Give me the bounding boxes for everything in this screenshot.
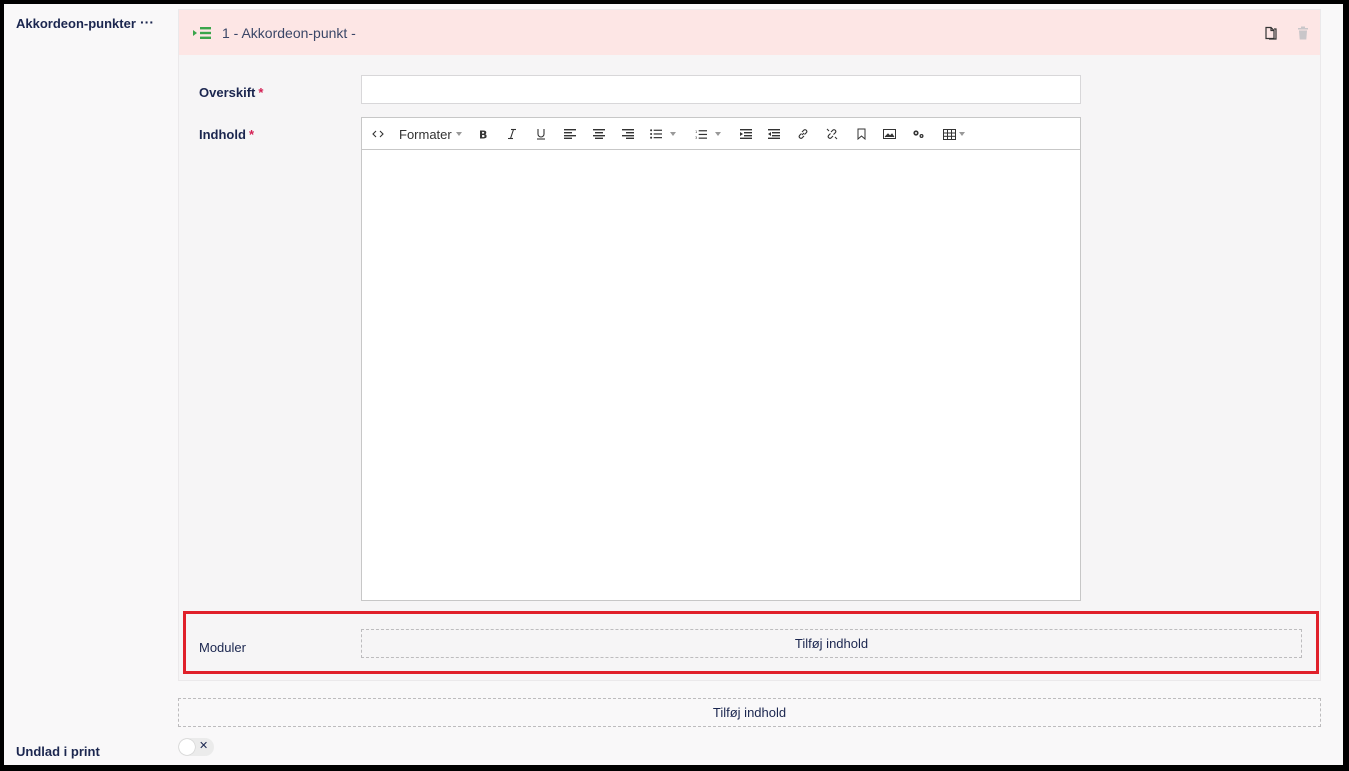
- heading-label-text: Overskift: [199, 85, 256, 100]
- bullet-list-icon[interactable]: [650, 126, 676, 142]
- content-field-label: Indhold *: [199, 127, 254, 142]
- block-header[interactable]: 1 - Akkordeon-punkt -: [179, 10, 1320, 55]
- exclude-print-toggle[interactable]: ✕: [178, 738, 214, 756]
- editor-content-area[interactable]: [362, 151, 1080, 600]
- italic-icon[interactable]: [505, 126, 519, 142]
- property-actions-button[interactable]: ···: [140, 14, 154, 30]
- bookmark-icon[interactable]: [854, 126, 868, 142]
- copy-icon[interactable]: [1263, 25, 1279, 41]
- close-icon: ✕: [199, 740, 209, 752]
- heading-input[interactable]: [361, 75, 1081, 104]
- link-icon[interactable]: [796, 126, 810, 142]
- table-icon[interactable]: [940, 126, 968, 142]
- outdent-icon[interactable]: [739, 126, 753, 142]
- unlink-icon[interactable]: [825, 126, 839, 142]
- align-right-icon[interactable]: [621, 126, 635, 142]
- format-dropdown-label: Formater: [399, 126, 452, 142]
- svg-text:3: 3: [695, 136, 698, 140]
- trash-icon[interactable]: [1295, 25, 1311, 41]
- underline-icon[interactable]: [534, 126, 548, 142]
- align-center-icon[interactable]: [592, 126, 606, 142]
- modules-label: Moduler: [199, 640, 246, 655]
- list-icon: [193, 25, 213, 41]
- settings-icon[interactable]: [911, 126, 925, 142]
- svg-text:B: B: [479, 129, 487, 141]
- source-code-icon[interactable]: [371, 126, 385, 142]
- indent-icon[interactable]: [767, 126, 781, 142]
- required-mark: *: [248, 127, 254, 142]
- image-icon[interactable]: [882, 126, 896, 142]
- chevron-down-icon: [715, 132, 721, 136]
- add-content-button-modules[interactable]: Tilføj indhold: [361, 629, 1302, 658]
- format-dropdown[interactable]: Formater: [399, 126, 462, 142]
- chevron-down-icon: [959, 132, 965, 136]
- accordion-block: 1 - Akkordeon-punkt - Overskift * Indhol…: [178, 9, 1321, 681]
- rich-text-editor: Formater B 1 3: [361, 117, 1081, 601]
- property-label-akkordeon: Akkordeon-punkter: [16, 16, 136, 31]
- heading-field-label: Overskift *: [199, 85, 263, 100]
- required-mark: *: [258, 85, 264, 100]
- chevron-down-icon: [670, 132, 676, 136]
- svg-text:1: 1: [695, 130, 697, 134]
- bold-icon[interactable]: B: [476, 126, 490, 142]
- numbered-list-icon[interactable]: 13: [695, 126, 721, 142]
- page: Akkordeon-punkter ··· 1 - Akkordeon-punk…: [4, 4, 1343, 765]
- align-left-icon[interactable]: [563, 126, 577, 142]
- content-label-text: Indhold: [199, 127, 246, 142]
- exclude-print-label: Undlad i print: [16, 744, 100, 759]
- editor-toolbar: Formater B 1 3: [362, 118, 1080, 150]
- chevron-down-icon: [455, 132, 462, 136]
- toggle-knob: [179, 739, 195, 755]
- add-content-button[interactable]: Tilføj indhold: [178, 698, 1321, 727]
- block-title: 1 - Akkordeon-punkt -: [222, 25, 356, 41]
